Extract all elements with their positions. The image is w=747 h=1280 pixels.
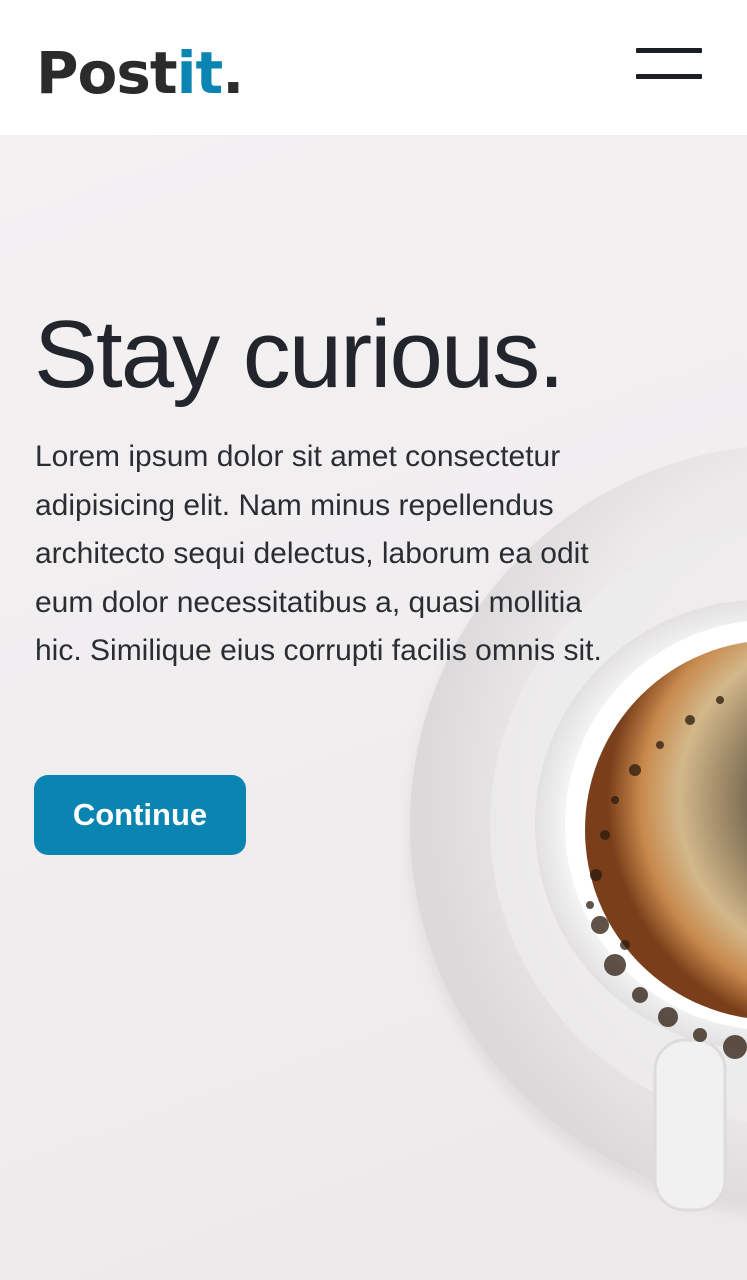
hero-description: Lorem ipsum dolor sit amet consectetur a… [35,440,602,667]
logo-accent: it [176,39,224,107]
logo-main: Post [36,39,178,107]
hamburger-icon [636,48,702,53]
hero-title: Stay curious. [34,301,565,408]
site-header: Postit. [0,0,747,135]
menu-button[interactable] [636,48,702,82]
logo[interactable]: Postit. [36,38,244,108]
hero-section: Stay curious. Lorem ipsum dolor sit amet… [0,135,747,1280]
continue-button[interactable]: Continue [34,775,246,855]
logo-dot: . [222,39,244,107]
